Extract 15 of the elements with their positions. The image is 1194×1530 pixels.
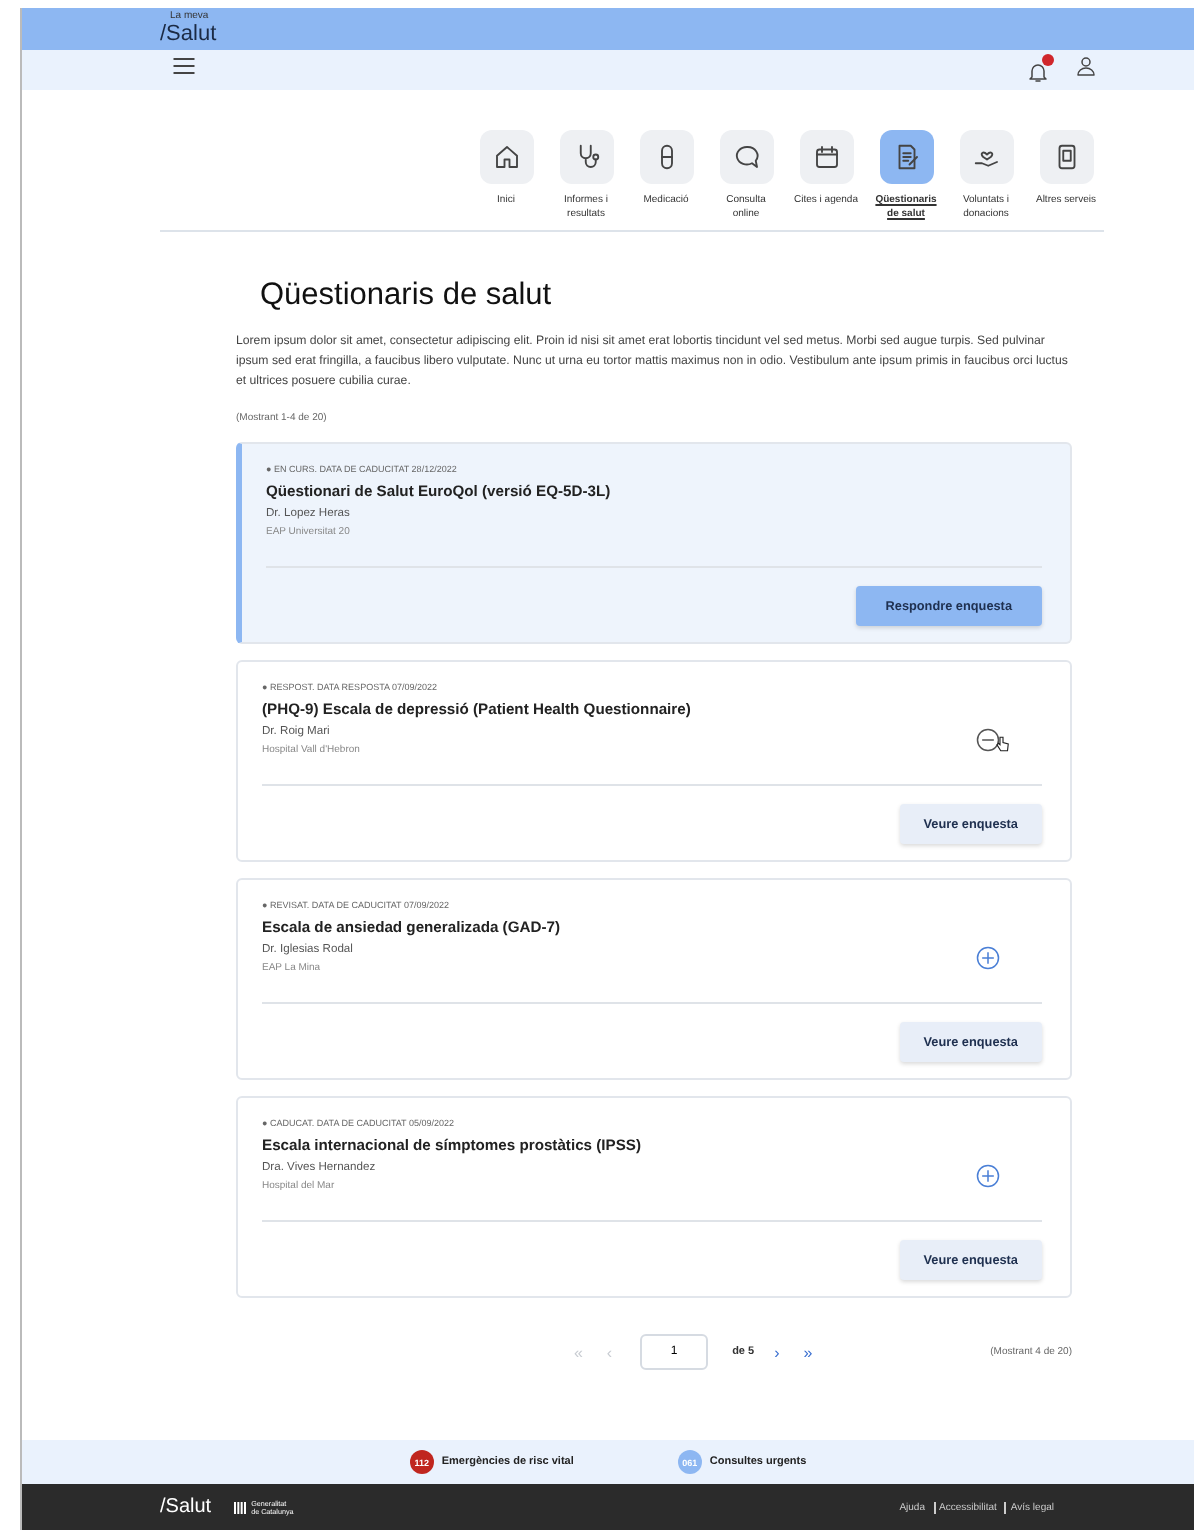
expand-icon[interactable] [974,944,1002,972]
collapse-icon[interactable] [974,726,1002,754]
footer-logo[interactable]: /Salut [160,1496,212,1518]
page-arrow-button[interactable]: » [799,1343,817,1361]
government-emblem-icon [231,1499,248,1515]
calendar-icon [811,142,841,172]
hand-cursor-icon [994,734,1012,754]
user-icon[interactable] [1074,54,1098,78]
page-arrow-button[interactable]: › [770,1343,784,1361]
speech-bubble-icon [731,142,761,172]
expand-icon[interactable] [974,1162,1002,1190]
site-logo[interactable]: /Salut [160,22,1194,46]
page-title: Qüestionaris de salut [260,276,554,316]
bell-icon[interactable] [1026,60,1050,84]
house-icon [491,142,521,172]
